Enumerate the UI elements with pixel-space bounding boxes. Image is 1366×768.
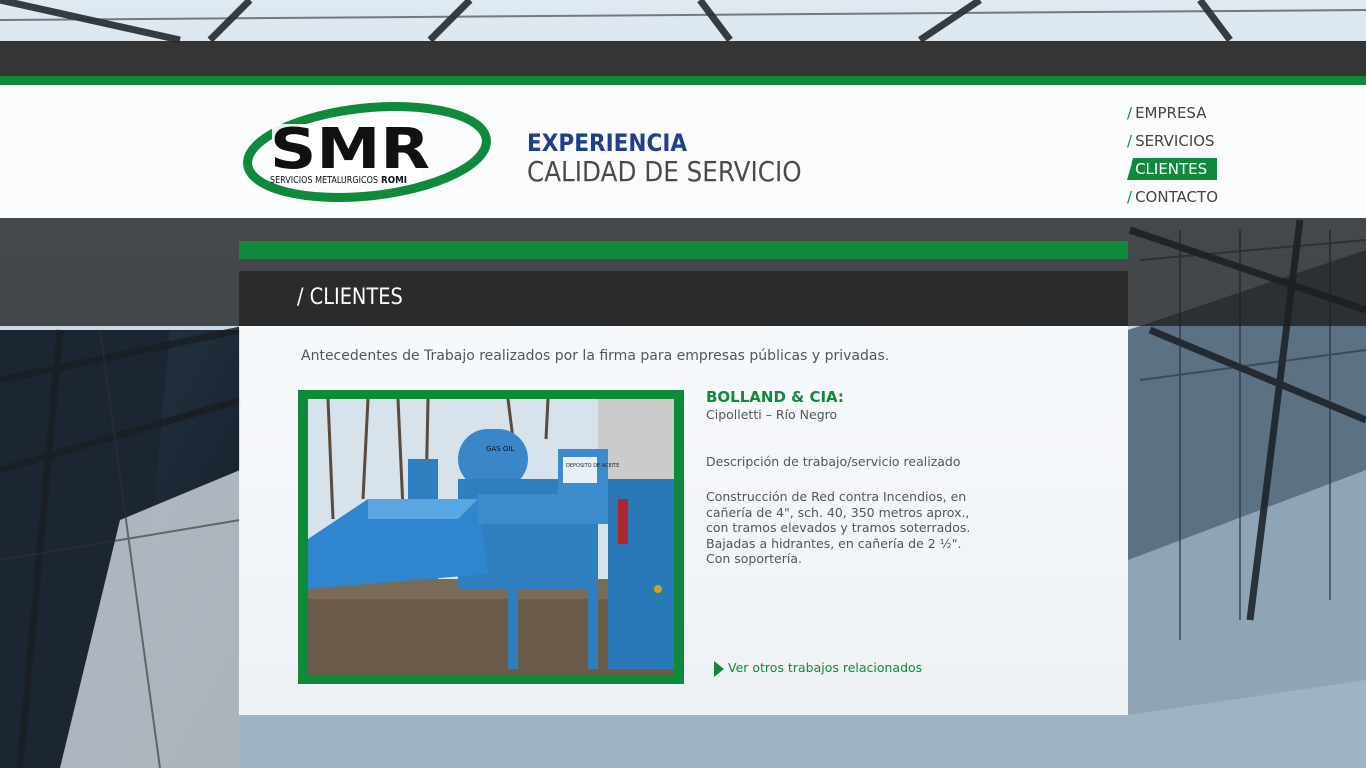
smr-logo[interactable]: SMR SERVICIOS METALURGICOS ROMI [242,100,492,202]
nav-item-label: CLIENTES [1135,160,1208,178]
nav-item-label: CONTACTO [1135,188,1219,206]
tagline-calidad: CALIDAD DE SERVICIO [527,155,802,188]
description-text: Construcción de Red contra Incendios, en… [706,489,971,566]
content-green-bar [239,241,1128,259]
nav-item-servicios[interactable]: / SERVICIOS [1127,130,1227,152]
page-title: / CLIENTES [297,285,403,310]
photo-tank-text: GAS OIL [486,445,514,453]
nav-slash-icon: / [1127,160,1133,178]
tagline-experiencia: EXPERIENCIA [527,129,688,157]
nav-slash-icon: / [1127,188,1133,206]
content-panel: Antecedentes de Trabajo realizados por l… [239,326,1128,715]
photo-sign-text: DEPOSITO DE ACEITE [566,463,619,469]
machine-illustration: DEPOSITO DE ACEITE GAS OIL [308,399,674,675]
client-name: BOLLAND & CIA: [706,388,844,406]
main-nav: / EMPRESA / SERVICIOS / CLIENTES / CONTACTO [1127,102,1227,214]
nav-slash-icon: / [1127,104,1133,122]
related-works-link[interactable]: Ver otros trabajos relacionados [714,660,922,677]
nav-item-label: SERVICIOS [1135,132,1215,150]
play-arrow-icon [714,660,724,677]
nav-slash-icon: / [1127,132,1133,150]
logo-letters: SMR [270,117,430,182]
nav-item-clientes[interactable]: / CLIENTES [1127,158,1217,180]
top-dark-bar [0,41,1366,76]
nav-item-contacto[interactable]: / CONTACTO [1127,186,1227,208]
nav-item-empresa[interactable]: / EMPRESA [1127,102,1227,124]
description-label: Descripción de trabajo/servicio realizad… [706,454,961,469]
nav-item-label: EMPRESA [1135,104,1207,122]
logo-subtitle: SERVICIOS METALURGICOS [270,175,378,186]
intro-text: Antecedentes de Trabajo realizados por l… [301,348,890,364]
logo-subtitle-bold: ROMI [381,175,407,186]
client-info: BOLLAND & CIA: Cipolletti – Río Negro De… [706,388,986,566]
related-works-label: Ver otros trabajos relacionados [728,660,923,675]
tagline: EXPERIENCIA CALIDAD DE SERVICIO [527,128,839,186]
client-location: Cipolletti – Río Negro [706,407,838,422]
top-green-stripe [0,76,1366,85]
title-bar: / CLIENTES [239,271,1128,326]
project-photo-frame: DEPOSITO DE ACEITE GAS OIL [298,390,684,684]
project-photo[interactable]: DEPOSITO DE ACEITE GAS OIL [308,399,674,675]
